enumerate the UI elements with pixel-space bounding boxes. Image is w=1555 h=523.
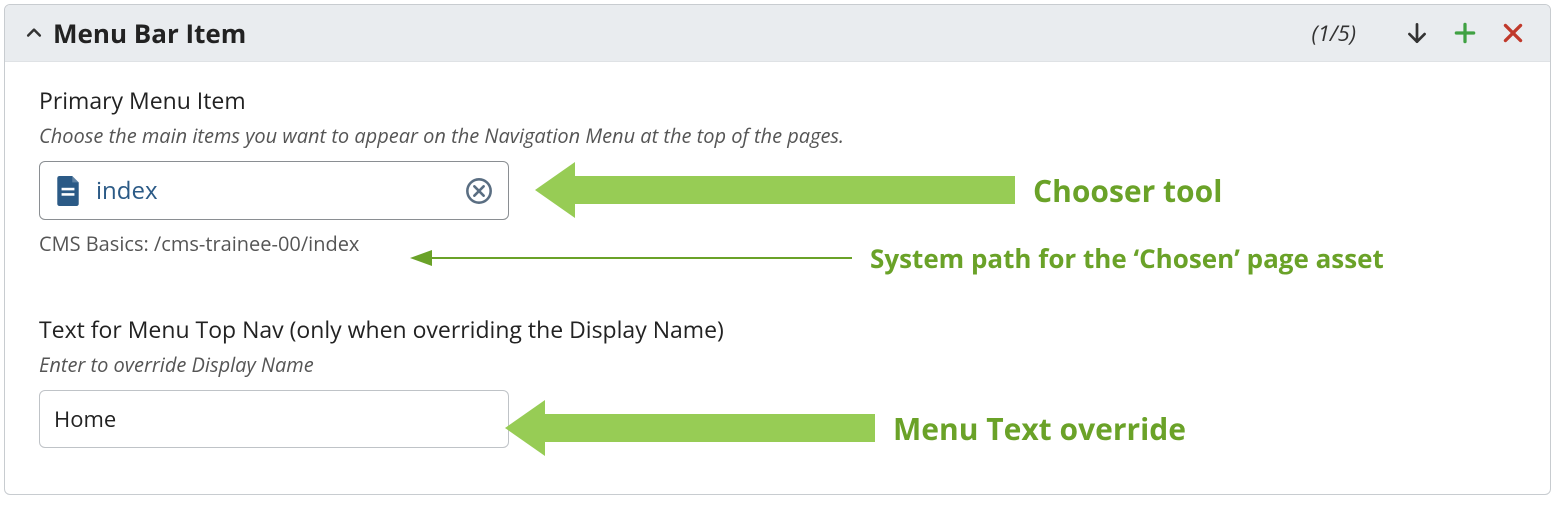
- chooser-selected-name: index: [96, 174, 158, 207]
- arrow-icon: [505, 400, 875, 456]
- override-text-input[interactable]: [39, 390, 509, 448]
- page-icon: [54, 175, 82, 207]
- add-item-icon[interactable]: [1450, 18, 1480, 48]
- panel-header: Menu Bar Item (1/5): [5, 5, 1550, 62]
- primary-menu-help: Choose the main items you want to appear…: [39, 122, 1516, 149]
- chosen-asset-path: CMS Basics: /cms-trainee-00/index: [39, 230, 1516, 257]
- clear-chooser-icon[interactable]: [464, 176, 494, 206]
- override-help: Enter to override Display Name: [39, 351, 1516, 378]
- page-chooser[interactable]: index: [39, 161, 509, 220]
- annotation-override: Menu Text override: [893, 408, 1186, 449]
- primary-menu-label: Primary Menu Item: [39, 84, 1516, 116]
- move-down-icon[interactable]: [1402, 18, 1432, 48]
- remove-item-icon[interactable]: [1498, 18, 1528, 48]
- panel-body: Primary Menu Item Choose the main items …: [5, 62, 1550, 494]
- panel-title: Menu Bar Item: [53, 15, 246, 51]
- item-count: (1/5): [1312, 18, 1356, 48]
- override-label: Text for Menu Top Nav (only when overrid…: [39, 313, 1516, 345]
- menu-bar-item-panel: Menu Bar Item (1/5) Primary Menu Item Ch…: [4, 4, 1551, 495]
- collapse-icon[interactable]: [23, 22, 45, 44]
